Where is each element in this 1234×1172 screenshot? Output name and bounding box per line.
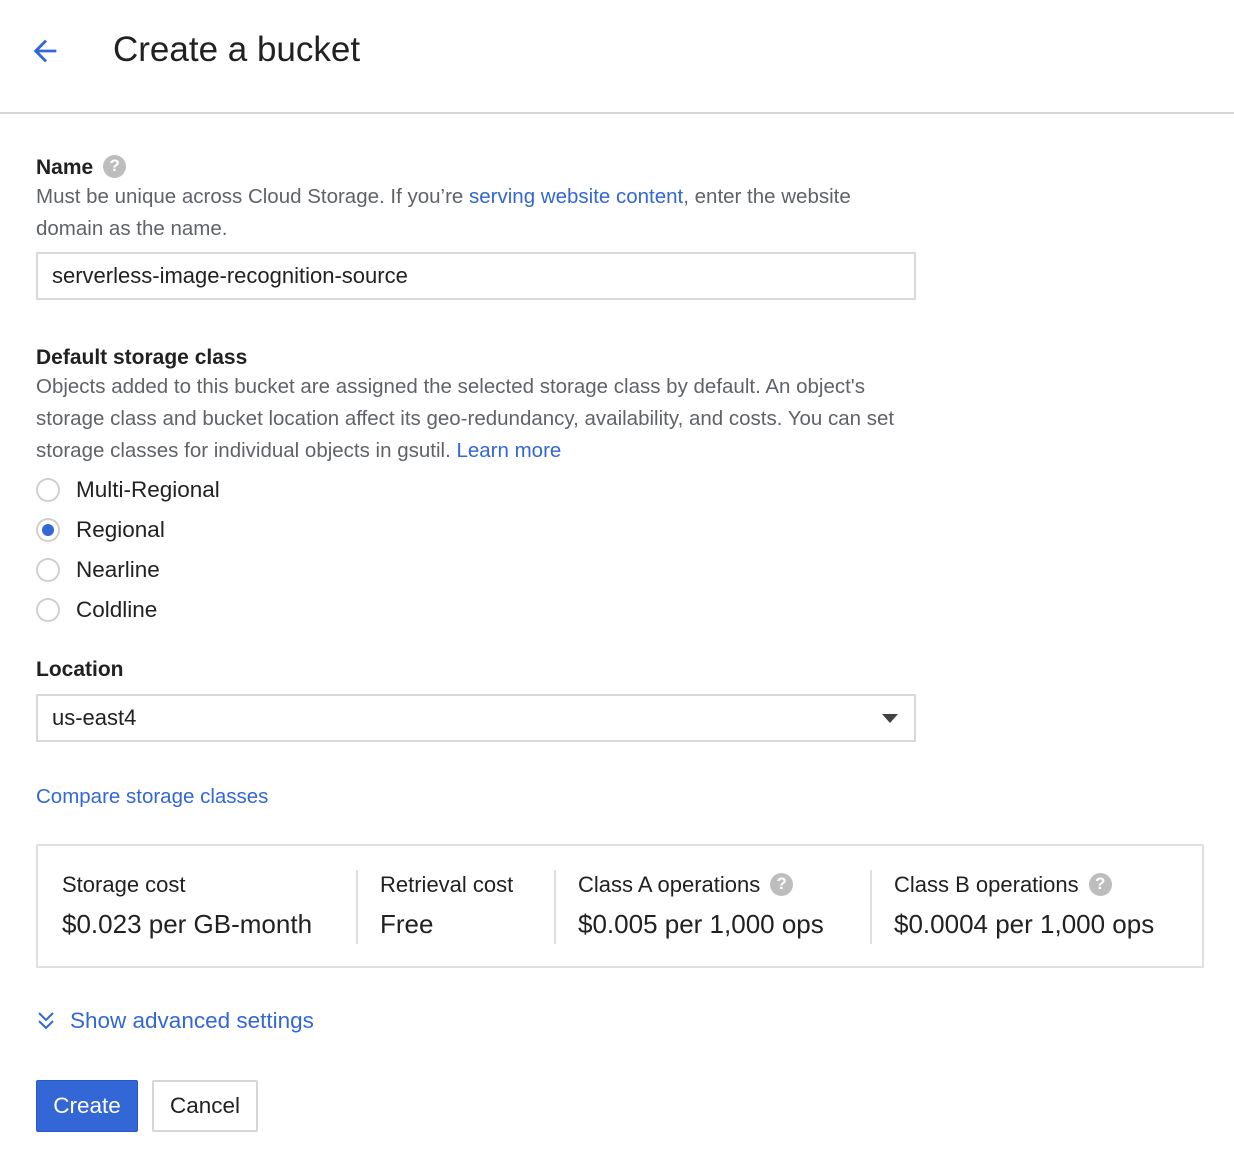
double-chevron-down-icon [38,1012,54,1030]
radio-label: Multi-Regional [76,477,220,502]
cost-summary-table: Storage cost $0.023 per GB-month Retriev… [36,844,1204,968]
help-circle-icon[interactable]: ? [1088,872,1112,896]
page-header: Create a bucket [0,0,1234,114]
radio-coldline[interactable]: Coldline [36,595,157,625]
arrow-back-icon [33,39,57,63]
cost-divider [554,870,556,944]
radio-button-checked[interactable] [36,518,60,542]
cost-cell-retrieval: Retrieval cost Free [380,870,513,942]
cost-cell-storage: Storage cost $0.023 per GB-month [62,870,312,942]
caret-down-icon [882,713,898,723]
radio-button[interactable] [36,598,60,622]
compare-storage-classes-link[interactable]: Compare storage classes [36,782,268,812]
cost-cell-class-b: Class B operations? $0.0004 per 1,000 op… [894,870,1154,942]
name-desc-before: Must be unique across Cloud Storage. If … [36,185,470,208]
learn-more-link[interactable]: Learn more [456,439,561,462]
back-button[interactable] [24,30,66,72]
radio-multi-regional[interactable]: Multi-Regional [36,475,220,505]
location-select-value: us-east4 [52,705,137,730]
name-label: Name? [36,154,127,182]
page-title: Create a bucket [113,30,361,69]
radio-button[interactable] [36,558,60,582]
cost-divider [870,870,872,944]
bucket-name-input[interactable] [36,252,916,300]
cost-title: Storage cost [62,872,186,897]
radio-button[interactable] [36,478,60,502]
radio-label: Coldline [76,597,158,622]
radio-regional[interactable]: Regional [36,515,165,545]
cost-value: $0.0004 per 1,000 ops [894,909,1155,939]
help-circle-icon[interactable]: ? [770,872,794,896]
cancel-button[interactable]: Cancel [152,1080,258,1132]
cost-value: $0.023 per GB-month [62,909,313,939]
name-description: Must be unique across Cloud Storage. If … [36,181,916,245]
radio-label: Nearline [76,557,160,582]
radio-label: Regional [76,517,165,542]
location-select[interactable]: us-east4 [36,694,916,742]
cost-title: Class B operations? [894,870,1154,900]
cost-title-text: Class B operations [894,872,1079,897]
name-label-text: Name [36,156,94,179]
cost-divider [356,870,358,944]
cost-cell-class-a: Class A operations? $0.005 per 1,000 ops [578,870,824,942]
storage-class-description: Objects added to this bucket are assigne… [36,371,916,467]
cost-title: Retrieval cost [380,872,514,897]
show-advanced-settings-toggle[interactable]: Show advanced settings [36,1008,314,1034]
storage-class-label: Default storage class [36,346,248,369]
cost-title: Class A operations? [578,870,824,900]
serving-website-content-link[interactable]: serving website content [469,185,683,208]
cost-title-text: Class A operations [578,872,761,897]
show-advanced-settings-label: Show advanced settings [70,1008,314,1033]
cost-value: $0.005 per 1,000 ops [578,909,824,939]
radio-nearline[interactable]: Nearline [36,555,160,585]
create-button[interactable]: Create [36,1080,138,1132]
cost-value: Free [380,909,434,939]
location-label: Location [36,658,124,681]
help-circle-icon[interactable]: ? [103,154,127,178]
